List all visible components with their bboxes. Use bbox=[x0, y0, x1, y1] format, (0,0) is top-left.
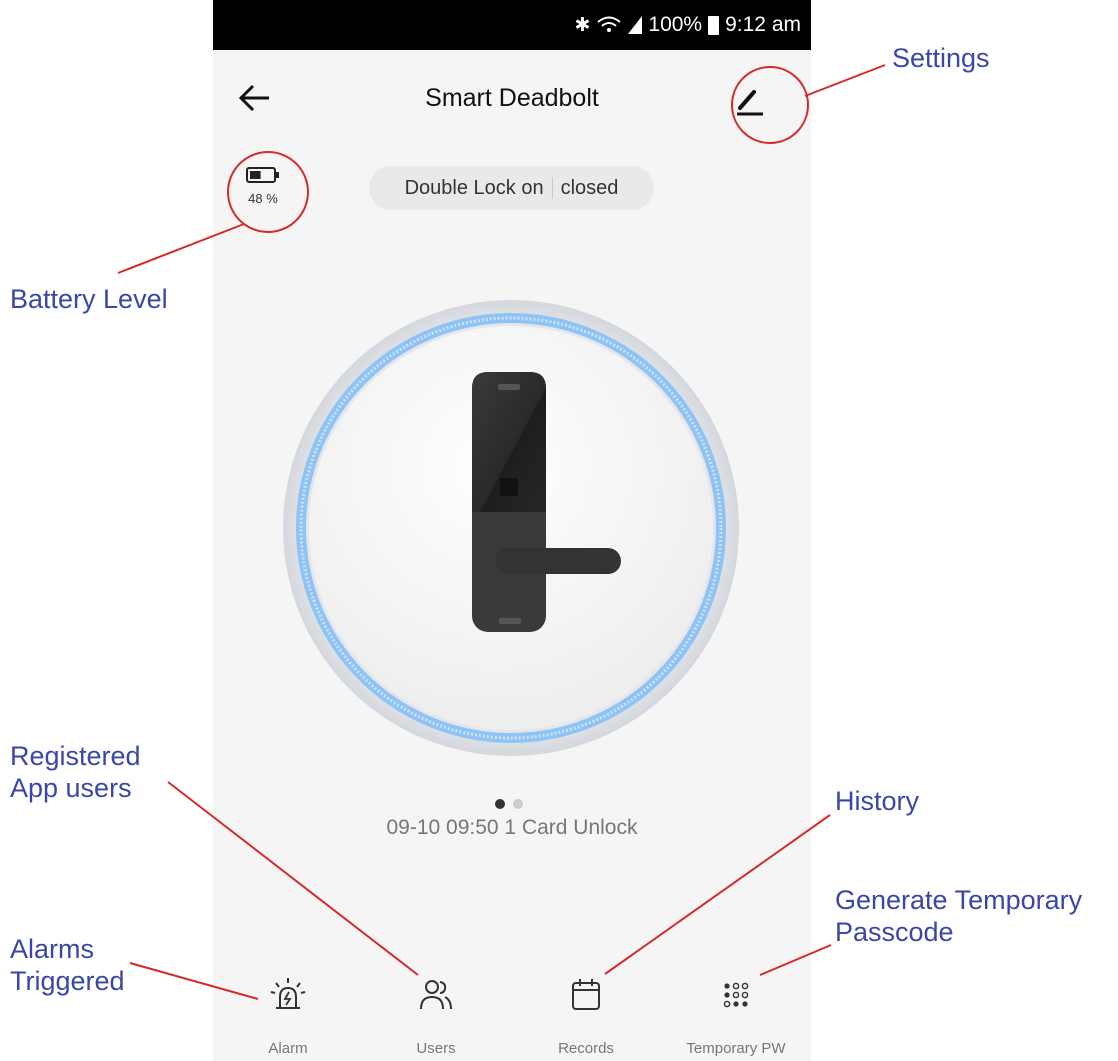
tab-records[interactable]: Records bbox=[511, 955, 661, 1061]
battery-level-annotation: Battery Level bbox=[10, 284, 168, 314]
status-icons: ✱ 100% 9:12 am bbox=[574, 13, 801, 37]
temp-passcode-line2: Passcode bbox=[835, 917, 954, 947]
edit-settings-button[interactable] bbox=[729, 80, 769, 120]
alarms-line1: Alarms bbox=[10, 934, 95, 964]
page-title: Smart Deadbolt bbox=[425, 84, 599, 112]
battery-icon bbox=[708, 15, 720, 35]
calendar-icon bbox=[572, 979, 600, 1010]
tab-temporary-pw[interactable]: Temporary PW bbox=[661, 955, 811, 1061]
carousel-dot-2[interactable] bbox=[513, 799, 523, 809]
signal-icon bbox=[628, 16, 643, 34]
battery-percent-label: 48 % bbox=[248, 191, 278, 206]
registered-users-annotation: Registered App users bbox=[10, 740, 141, 804]
tab-records-label: Records bbox=[558, 1040, 614, 1057]
settings-annotation: Settings bbox=[892, 43, 990, 73]
registered-users-line2: App users bbox=[10, 773, 132, 803]
tab-temporary-pw-label: Temporary PW bbox=[686, 1040, 786, 1057]
phone-screen: ✱ 100% 9:12 am Smart Deadbolt 48 % Doubl… bbox=[213, 0, 811, 1061]
registered-users-line1: Registered bbox=[10, 741, 141, 771]
alarms-line2: Triggered bbox=[10, 966, 125, 996]
battery-indicator: 48 % bbox=[239, 166, 287, 206]
pill-divider bbox=[551, 177, 553, 199]
history-annotation: History bbox=[835, 786, 920, 816]
status-battery-percent: 100% bbox=[648, 13, 703, 36]
carousel-dot-1[interactable] bbox=[495, 799, 505, 809]
settings-pointer-line bbox=[804, 64, 886, 97]
tab-users-label: Users bbox=[416, 1040, 456, 1057]
tab-alarm-label: Alarm bbox=[268, 1040, 308, 1057]
bluetooth-icon: ✱ bbox=[574, 14, 591, 36]
status-time: 9:12 am bbox=[725, 13, 801, 36]
temp-passcode-annotation: Generate Temporary Passcode bbox=[835, 884, 1082, 948]
tab-alarm[interactable]: Alarm bbox=[213, 955, 363, 1061]
users-icon bbox=[420, 980, 452, 1010]
lock-dial[interactable] bbox=[279, 296, 743, 760]
door-handle bbox=[495, 548, 621, 574]
temp-passcode-line1: Generate Temporary bbox=[835, 885, 1083, 915]
alarm-siren-icon bbox=[270, 978, 306, 1009]
status-bar: ✱ 100% 9:12 am bbox=[213, 0, 811, 50]
lock-state-text: closed bbox=[560, 176, 619, 199]
carousel-dots bbox=[495, 799, 523, 809]
tab-users[interactable]: Users bbox=[361, 955, 511, 1061]
lock-status-pill: Double Lock on closed bbox=[369, 166, 654, 210]
keypad-icon bbox=[723, 982, 749, 1008]
pencil-icon bbox=[737, 90, 763, 116]
lock-mode-text: Double Lock on bbox=[404, 176, 544, 199]
wifi-icon bbox=[597, 16, 622, 32]
battery-level-icon bbox=[246, 167, 279, 183]
last-event-text: 09-10 09:50 1 Card Unlock bbox=[386, 816, 638, 839]
alarms-annotation: Alarms Triggered bbox=[10, 933, 125, 997]
bottom-tab-bar: Alarm Users Records Temporary PW bbox=[213, 955, 811, 1061]
